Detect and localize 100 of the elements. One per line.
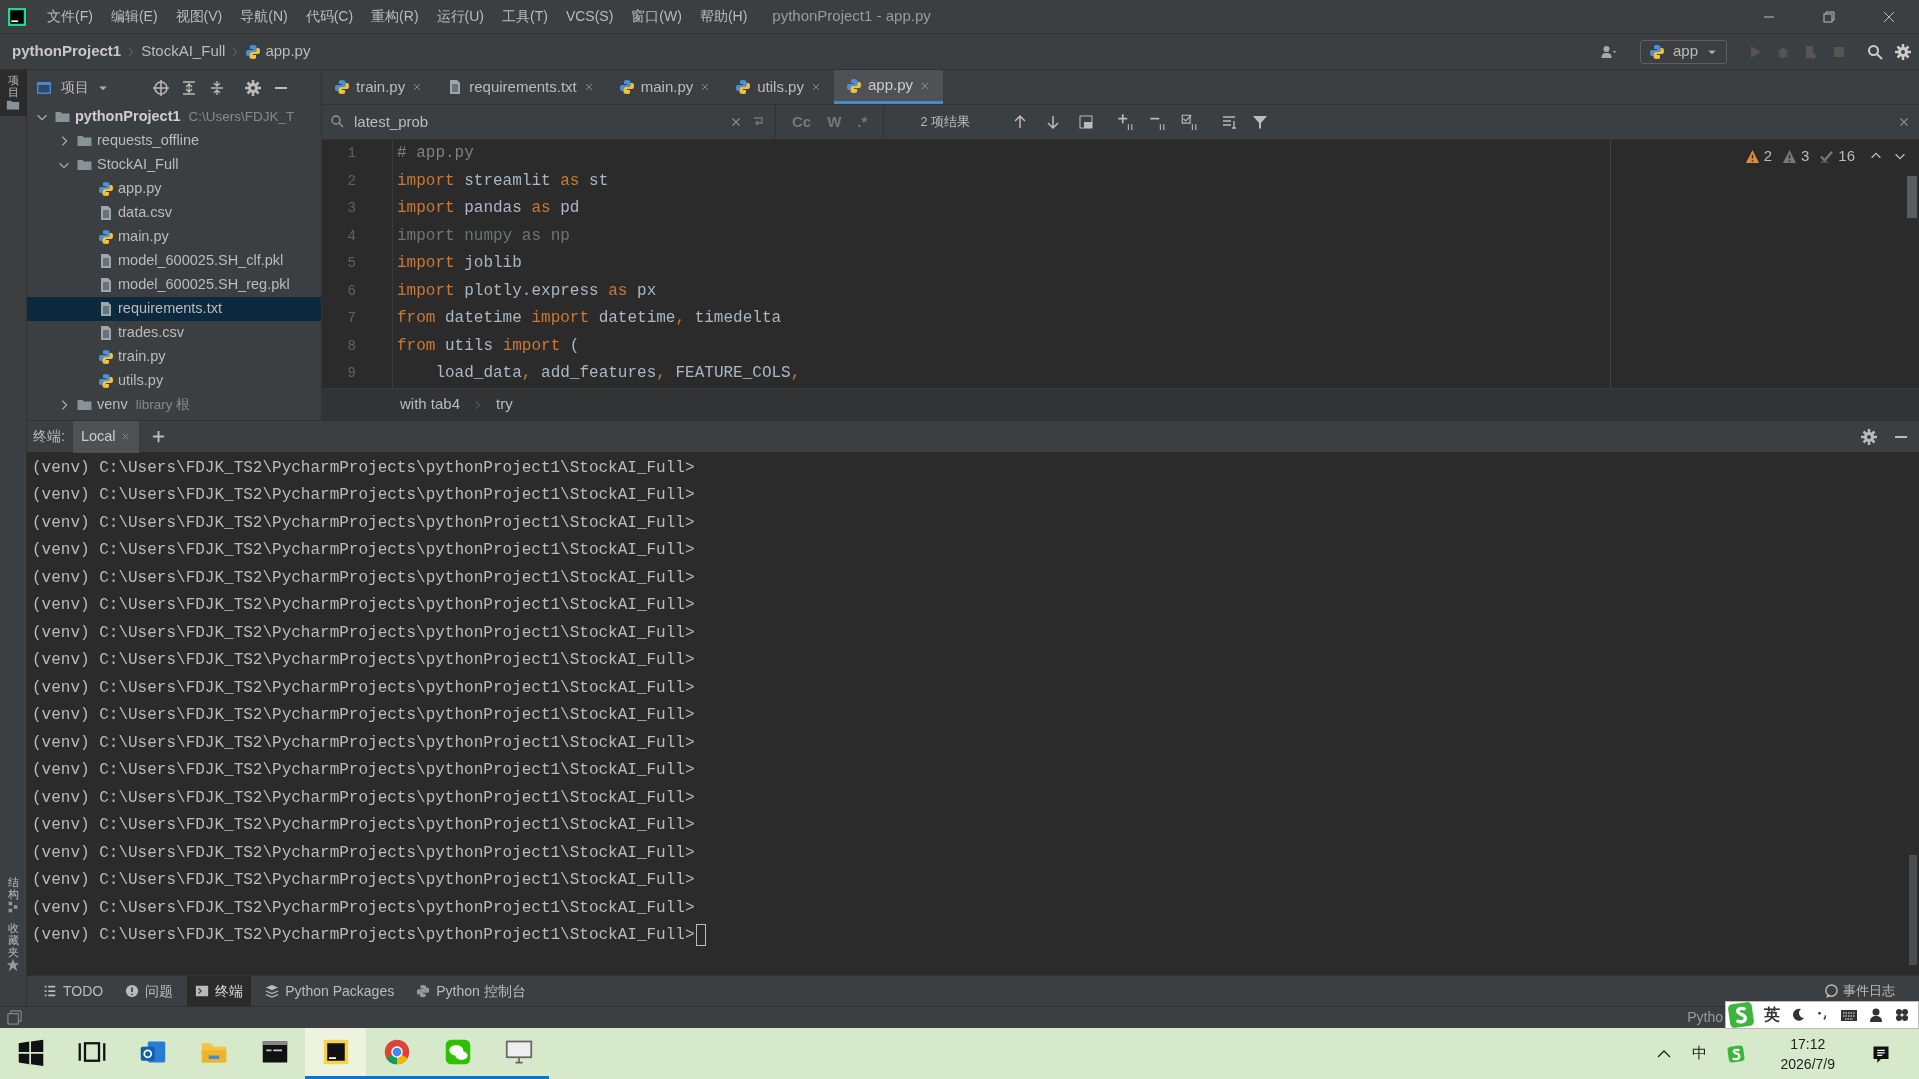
- folder-icon: [76, 157, 93, 173]
- tree-item[interactable]: main.py: [27, 225, 321, 249]
- expand-all-icon[interactable]: [181, 79, 197, 96]
- line-number: 9: [347, 364, 356, 383]
- settings-icon[interactable]: [245, 79, 261, 96]
- tree-item[interactable]: model_600025.SH_reg.pkl: [27, 273, 321, 297]
- menu-item[interactable]: 编辑(E): [101, 6, 167, 27]
- taskbar-button[interactable]: [305, 1028, 366, 1079]
- menu-item[interactable]: 视图(V): [166, 6, 232, 27]
- collapse-all-icon[interactable]: [209, 79, 225, 96]
- inspection-counter[interactable]: 16: [1819, 145, 1855, 168]
- terminal-line: (venv) C:\Users\FDJK_TS2\PycharmProjects\pythonProject1\StockAI_Full>: [32, 540, 695, 562]
- line-number: 5: [347, 254, 356, 273]
- text-file-icon: [98, 277, 114, 293]
- breadcrumb-item[interactable]: app.py: [265, 40, 311, 63]
- keyboard-icon: [1840, 1007, 1858, 1023]
- input-method-indicator[interactable]: 中: [1691, 1042, 1707, 1065]
- code-line: load_data, add_features, FEATURE_COLS,: [434, 363, 802, 384]
- add-occurrence-icon[interactable]: [1115, 113, 1134, 131]
- terminal-line: (venv) C:\Users\FDJK_TS2\PycharmProjects\pythonProject1\StockAI_Full>: [32, 457, 695, 479]
- select-occurrences-icon[interactable]: [1179, 113, 1198, 131]
- select-all-icon[interactable]: [1077, 114, 1094, 130]
- star-icon: [6, 958, 20, 972]
- menu-item[interactable]: 文件(F): [38, 6, 102, 27]
- tree-item[interactable]: venv library 根: [27, 393, 321, 417]
- tree-item[interactable]: StockAI_Full: [27, 153, 321, 177]
- python-file-icon: [735, 79, 752, 95]
- clock[interactable]: 17:12 2026/7/9: [1780, 1033, 1835, 1074]
- new-tab-icon[interactable]: [150, 429, 166, 444]
- run-config-dropdown[interactable]: app: [1639, 39, 1727, 64]
- tree-item[interactable]: requests_offline: [27, 129, 321, 153]
- tool-window-tab[interactable]: TODO: [35, 975, 112, 1007]
- layout-icon[interactable]: [7, 1010, 22, 1025]
- tree-item[interactable]: pythonProject1 C:\Users\FDJK_T: [27, 105, 321, 129]
- next-match-icon[interactable]: [1044, 114, 1061, 130]
- line-number: 3: [347, 199, 356, 218]
- window-title: pythonProject1 - app.py: [772, 6, 931, 27]
- locate-icon[interactable]: [153, 79, 169, 96]
- line-number: 2: [347, 171, 356, 191]
- tool-window-tab[interactable]: 终端: [187, 975, 252, 1007]
- ime-toolbar[interactable]: 英: [1725, 1001, 1919, 1029]
- editor-tab[interactable]: main.py: [606, 70, 724, 104]
- menu-item[interactable]: 工具(T): [493, 6, 557, 27]
- menu-item[interactable]: 帮助(H): [690, 6, 757, 27]
- typo-icon: [1819, 148, 1835, 164]
- scrollbar-thumb[interactable]: [1907, 176, 1917, 218]
- editor-tab[interactable]: utils.py: [723, 70, 834, 104]
- ime-logo-icon: [1726, 1044, 1745, 1063]
- python-file-icon: [98, 229, 114, 245]
- menu-item[interactable]: 运行(U): [427, 6, 493, 27]
- folder-icon: [54, 109, 71, 125]
- tree-item[interactable]: utils.py: [27, 369, 321, 393]
- side-tool-tab[interactable]: 结构: [7, 875, 19, 900]
- interpreter-label[interactable]: Pytho: [1687, 1007, 1723, 1028]
- breadcrumb-item[interactable]: StockAI_Full: [141, 40, 226, 63]
- inspection-counter[interactable]: 2: [1744, 145, 1772, 168]
- side-tool-tab[interactable]: 收藏夹: [7, 921, 19, 958]
- search-icon[interactable]: [1867, 43, 1883, 60]
- menu-item[interactable]: 重构(R): [362, 6, 428, 27]
- breadcrumb-item[interactable]: with tab4: [400, 393, 461, 416]
- filter-icon[interactable]: [1251, 114, 1268, 130]
- chat-app-icon: [443, 1038, 472, 1066]
- settings-icon[interactable]: [1895, 43, 1911, 60]
- ime-logo-icon: [1728, 1002, 1754, 1028]
- python-file-icon: [98, 181, 114, 197]
- editor-tab[interactable]: app.py: [833, 70, 943, 104]
- breadcrumb-item[interactable]: pythonProject1: [12, 40, 122, 63]
- tree-item[interactable]: data.csv: [27, 201, 321, 225]
- moon-icon: [1790, 1007, 1806, 1023]
- tool-window-tab[interactable]: Python Packages: [257, 975, 403, 1007]
- tree-item[interactable]: trades.csv: [27, 321, 321, 345]
- restore-button[interactable]: [1821, 8, 1837, 25]
- search-field[interactable]: latest_prob: [322, 105, 776, 139]
- menu-item[interactable]: 窗口(W): [622, 6, 691, 27]
- tree-item[interactable]: train.py: [27, 345, 321, 369]
- filter-lines-icon[interactable]: [1221, 114, 1238, 130]
- terminal-line: (venv) C:\Users\FDJK_TS2\PycharmProjects\pythonProject1\StockAI_Full>: [32, 595, 695, 617]
- tree-item[interactable]: model_600025.SH_clf.pkl: [27, 249, 321, 273]
- monitor-icon: [504, 1038, 533, 1066]
- scrollbar-thumb[interactable]: [1909, 855, 1917, 965]
- menu-item[interactable]: 代码(C): [296, 6, 363, 27]
- menu-item[interactable]: 导航(N): [231, 6, 297, 27]
- text-file-icon: [98, 205, 114, 221]
- tree-item[interactable]: app.py: [27, 177, 321, 201]
- project-view-dropdown[interactable]: 项目: [35, 77, 109, 98]
- tool-window-tab[interactable]: 问题: [117, 975, 182, 1007]
- terminal-tab[interactable]: Local: [72, 420, 139, 453]
- tool-window-tab[interactable]: Python 控制台: [408, 975, 534, 1007]
- input-mode-toggle[interactable]: 英: [1764, 1003, 1780, 1027]
- menu-item[interactable]: VCS(S): [556, 6, 623, 27]
- warning-icon: [1781, 148, 1797, 164]
- editor-tab[interactable]: requirements.txt: [435, 70, 607, 104]
- python-file-icon: [334, 79, 350, 95]
- inspection-counter[interactable]: 3: [1781, 145, 1810, 168]
- event-log-tab[interactable]: 事件日志: [1824, 981, 1895, 1001]
- tree-item[interactable]: requirements.txt: [27, 297, 321, 321]
- breadcrumb-item[interactable]: try: [496, 393, 513, 416]
- settings-icon[interactable]: [1861, 428, 1877, 445]
- editor-tab[interactable]: train.py: [322, 70, 436, 104]
- terminal-icon: [195, 984, 210, 998]
